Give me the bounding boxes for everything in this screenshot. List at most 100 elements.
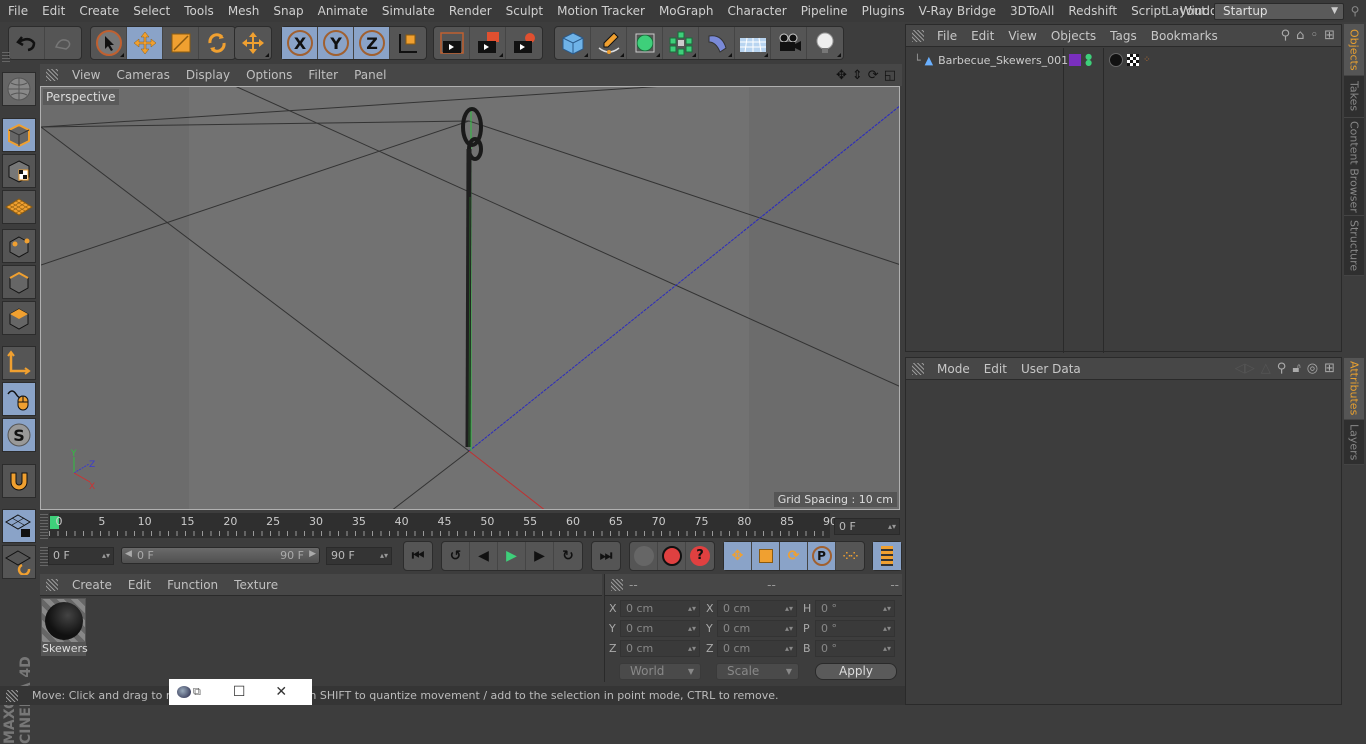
material-item[interactable]: Skewers: [41, 598, 88, 656]
prev-key-icon[interactable]: ↺: [442, 542, 470, 570]
workplane-auto-icon[interactable]: [2, 545, 36, 579]
tab-attributes[interactable]: Attributes: [1344, 358, 1364, 420]
menu-simulate[interactable]: Simulate: [374, 4, 441, 18]
live-selection-icon[interactable]: [91, 27, 127, 59]
render-to-picture-viewer-icon[interactable]: [470, 27, 506, 59]
attributes-menu-user-data[interactable]: User Data: [1014, 362, 1088, 376]
key-position-icon[interactable]: ✥: [724, 542, 752, 570]
range-right-arrow[interactable]: ▶: [309, 549, 316, 559]
panel-grip-icon[interactable]: [46, 578, 58, 591]
coordinate-mode-dropdown[interactable]: World ▼: [619, 663, 701, 680]
target-icon[interactable]: ◎: [1307, 361, 1318, 376]
goto-end-icon[interactable]: ⏭: [592, 542, 620, 570]
menu-motion-tracker[interactable]: Motion Tracker: [549, 4, 651, 18]
pan-view-icon[interactable]: ✥: [836, 68, 847, 83]
controls-grip[interactable]: [40, 546, 48, 566]
menu-select[interactable]: Select: [125, 4, 176, 18]
enable-axis-icon[interactable]: [2, 346, 36, 380]
material-tag-icon[interactable]: [1109, 53, 1124, 67]
viewport-menu-options[interactable]: Options: [238, 68, 300, 82]
deformer-icon[interactable]: [699, 27, 735, 59]
material-menu-create[interactable]: Create: [64, 578, 120, 592]
toggle-icon[interactable]: ◦: [1310, 28, 1318, 43]
menu-animate[interactable]: Animate: [310, 4, 374, 18]
move-icon[interactable]: [127, 27, 163, 59]
spinner-icon[interactable]: ▴▾: [888, 519, 896, 535]
panel-grip-icon[interactable]: [6, 689, 18, 702]
goto-start-icon[interactable]: ⏮: [404, 542, 432, 570]
frame-range-slider[interactable]: ◀ 0 F 90 F ▶: [121, 547, 320, 564]
range-left-arrow[interactable]: ◀: [125, 549, 132, 559]
pos-x-field[interactable]: 0 cm ▴▾: [620, 600, 700, 617]
viewport-menu-panel[interactable]: Panel: [346, 68, 394, 82]
key-pla-icon[interactable]: ⁘⁘: [836, 542, 864, 570]
back-arrow-icon[interactable]: ◁▷: [1235, 361, 1255, 376]
size-x-field[interactable]: 0 cm ▴▾: [717, 600, 797, 617]
material-menu-edit[interactable]: Edit: [120, 578, 159, 592]
rot-h-field[interactable]: 0 ° ▴▾: [815, 600, 895, 617]
viewport-menu-cameras[interactable]: Cameras: [108, 68, 177, 82]
menu-redshift[interactable]: Redshift: [1060, 4, 1123, 18]
key-parameter-icon[interactable]: P: [808, 542, 836, 570]
attributes-menu-mode[interactable]: Mode: [930, 362, 977, 376]
spinner-icon[interactable]: ▴▾: [785, 621, 793, 636]
menu-sculpt[interactable]: Sculpt: [498, 4, 549, 18]
object-name[interactable]: Barbecue_Skewers_001: [938, 54, 1068, 67]
tab-content-browser[interactable]: Content Browser: [1344, 118, 1364, 216]
scale-icon[interactable]: [163, 27, 199, 59]
camera-label[interactable]: Perspective: [43, 89, 119, 105]
start-frame-field[interactable]: 0 F ▴▾: [48, 547, 114, 565]
recent-tool-icon[interactable]: [235, 27, 271, 59]
polygons-mode-icon[interactable]: [2, 301, 36, 335]
cloner-icon[interactable]: [663, 27, 699, 59]
menu-render[interactable]: Render: [441, 4, 498, 18]
dolly-view-icon[interactable]: ⇕: [852, 68, 863, 83]
subdivision-icon[interactable]: [627, 27, 663, 59]
up-arrow-icon[interactable]: △: [1261, 361, 1271, 376]
objects-menu-tags[interactable]: Tags: [1103, 29, 1144, 43]
tweak-mode-icon[interactable]: [2, 382, 36, 416]
search-icon[interactable]: ⚲: [1281, 28, 1291, 43]
restore-icon[interactable]: ⧉: [193, 685, 201, 699]
menu-file[interactable]: File: [0, 4, 34, 18]
timeline-grip[interactable]: [40, 513, 48, 539]
workplane-lock-icon[interactable]: [2, 509, 36, 543]
pen-icon[interactable]: [591, 27, 627, 59]
menu-snap[interactable]: Snap: [265, 4, 309, 18]
size-y-field[interactable]: 0 cm ▴▾: [717, 620, 797, 637]
key-rotation-icon[interactable]: ⟳: [780, 542, 808, 570]
model-mode-icon[interactable]: [2, 118, 36, 152]
menu-3dtoall[interactable]: 3DToAll: [1002, 4, 1060, 18]
spinner-icon[interactable]: ▴▾: [380, 548, 388, 564]
coordinate-system-icon[interactable]: [390, 27, 426, 59]
menu-create[interactable]: Create: [71, 4, 125, 18]
spinner-icon[interactable]: ▴▾: [785, 641, 793, 656]
play-icon[interactable]: ▶: [498, 542, 526, 570]
new-panel-icon[interactable]: ⊞: [1324, 28, 1335, 43]
next-key-icon[interactable]: ↻: [554, 542, 582, 570]
menu-mesh[interactable]: Mesh: [220, 4, 266, 18]
solo-icon[interactable]: S: [2, 418, 36, 452]
menu-pipeline[interactable]: Pipeline: [793, 4, 854, 18]
menu-character[interactable]: Character: [719, 4, 792, 18]
workplane-mode-icon[interactable]: [2, 190, 36, 224]
objects-menu-bookmarks[interactable]: Bookmarks: [1144, 29, 1225, 43]
texture-mode-icon[interactable]: [2, 154, 36, 188]
spinner-icon[interactable]: ▴▾: [688, 621, 696, 636]
key-scale-icon[interactable]: [752, 542, 780, 570]
light-icon[interactable]: [807, 27, 843, 59]
search-icon[interactable]: ⚲: [1344, 4, 1366, 18]
menu-mograph[interactable]: MoGraph: [651, 4, 720, 18]
close-icon[interactable]: ✕: [275, 684, 287, 700]
timeline-ruler[interactable]: 0 5 10 15 20 25 30 35 40 45 50 55 60 65 70 75 80 85 90: [49, 513, 837, 538]
tab-structure[interactable]: Structure: [1344, 216, 1364, 276]
new-panel-icon[interactable]: ⊞: [1324, 361, 1335, 376]
texture-tag-icon[interactable]: [1127, 54, 1140, 66]
attributes-menu-edit[interactable]: Edit: [977, 362, 1014, 376]
timeline-window-icon[interactable]: [873, 542, 901, 570]
maximize-icon[interactable]: ☐: [233, 684, 246, 700]
keyframe-selection-icon[interactable]: ?: [686, 542, 714, 570]
camera-icon[interactable]: [771, 27, 807, 59]
visibility-dots-icon[interactable]: ● ●: [1085, 53, 1092, 67]
panel-grip-icon[interactable]: [46, 69, 58, 81]
